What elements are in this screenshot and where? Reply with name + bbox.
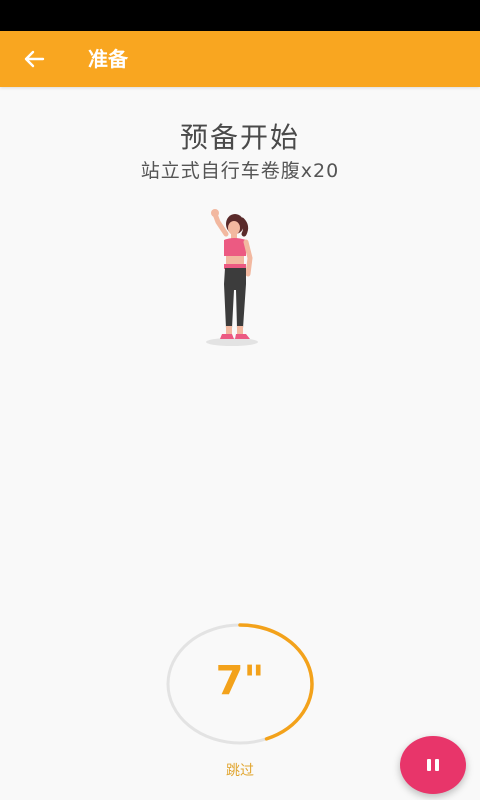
skip-button[interactable]: 跳过	[210, 760, 270, 780]
status-bar	[0, 0, 480, 31]
arrow-left-icon	[24, 50, 45, 68]
page-title: 准备	[88, 47, 128, 71]
ready-heading: 预备开始	[179, 121, 300, 154]
back-button[interactable]	[12, 39, 56, 79]
app-bar: 准备	[0, 31, 480, 87]
exercise-name: 站立式自行车卷腹x20	[140, 160, 340, 182]
exercise-illustration	[206, 209, 258, 346]
pause-icon	[425, 756, 441, 775]
countdown-value: 7"	[215, 658, 265, 704]
pause-button[interactable]	[400, 736, 466, 794]
